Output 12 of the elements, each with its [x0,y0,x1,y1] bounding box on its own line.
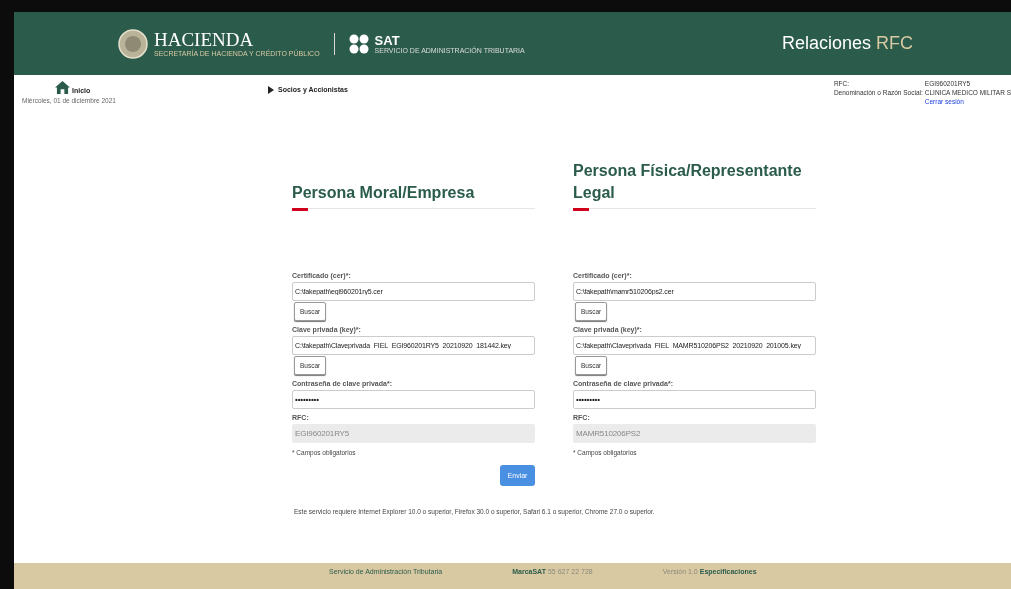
page-title: Relaciones [781,33,871,54]
dots-logo-icon [348,33,369,54]
triangle-icon [268,86,275,94]
sat-name: SAT [374,33,401,47]
logo-name: HACIENDA [154,30,255,50]
section-title: Persona Física/Representante Legal [573,161,803,203]
password-field[interactable]: ••••••••• [292,390,535,409]
seal-icon [118,28,148,59]
page-title-accent: RFC [876,33,913,54]
home-icon [55,81,70,94]
password-field[interactable]: ••••••••• [573,390,816,409]
section-title: Persona Moral/Empresa [292,183,475,203]
